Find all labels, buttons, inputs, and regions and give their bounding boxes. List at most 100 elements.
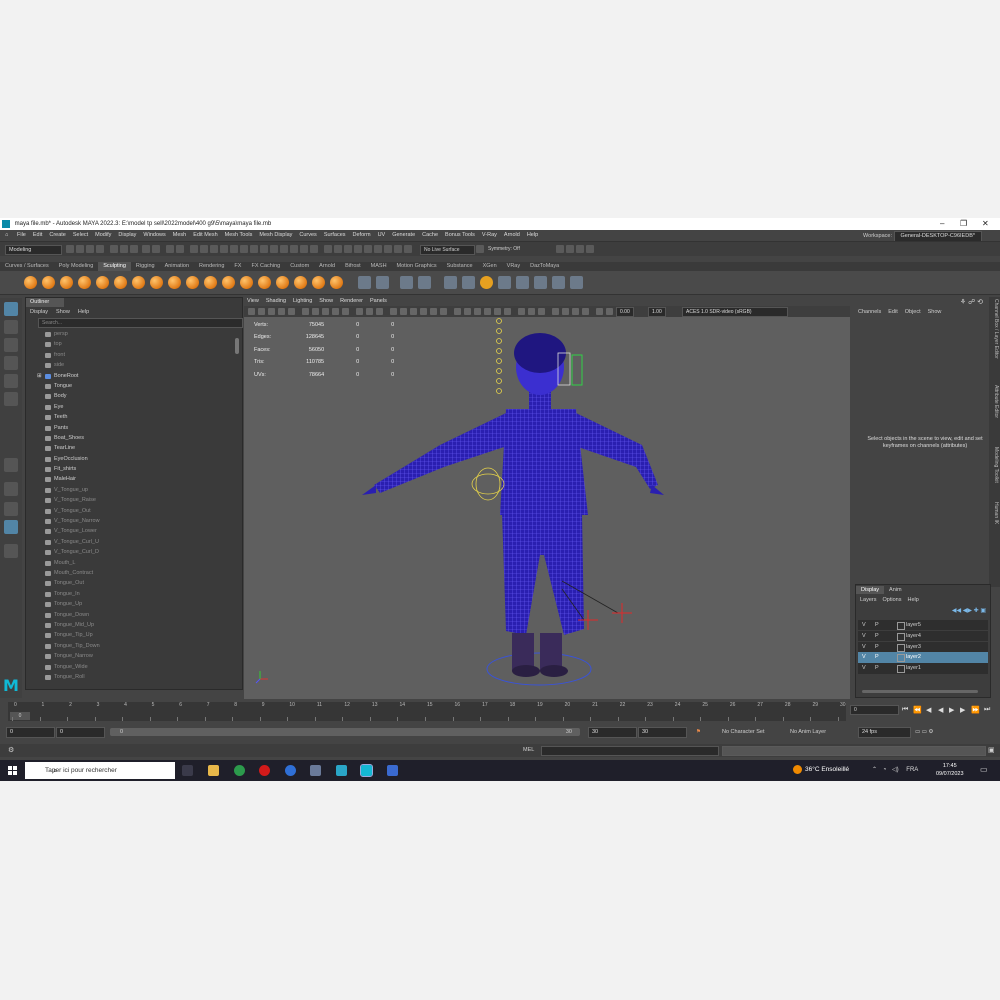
current-frame-field[interactable]: 0 bbox=[850, 705, 899, 715]
layer-playback-toggle[interactable]: P bbox=[875, 631, 879, 641]
maya-active-taskbar-icon[interactable] bbox=[360, 764, 373, 777]
status-tool-icon[interactable] bbox=[404, 245, 412, 253]
side-tab-human-ik[interactable]: Human IK bbox=[993, 502, 999, 524]
status-tool-icon[interactable] bbox=[120, 245, 128, 253]
status-tool-icon[interactable] bbox=[240, 245, 248, 253]
layer-visibility-toggle[interactable]: V bbox=[862, 663, 866, 673]
viewport-tool-icon[interactable] bbox=[518, 308, 525, 315]
status-tool-icon[interactable] bbox=[354, 245, 362, 253]
outliner-item[interactable]: V_Tongue_Lower bbox=[26, 526, 234, 536]
layer-row[interactable]: V Player1 bbox=[858, 663, 988, 674]
layer-scrollbar[interactable] bbox=[862, 690, 978, 693]
viewport-tool-icon[interactable] bbox=[464, 308, 471, 315]
sculpt-brush-icon[interactable] bbox=[150, 276, 163, 289]
sculpt-brush-icon[interactable] bbox=[330, 276, 343, 289]
task-view-icon[interactable] bbox=[182, 765, 193, 776]
taskbar-search[interactable]: ⌕ Taper ici pour rechercher bbox=[25, 762, 175, 779]
status-tool-icon[interactable] bbox=[220, 245, 228, 253]
color-space-dropdown[interactable]: ACES 1.0 SDR-video (sRGB) bbox=[682, 307, 788, 317]
viewport-tool-icon[interactable] bbox=[400, 308, 407, 315]
outliner-item[interactable]: Mouth_Contract bbox=[26, 568, 234, 578]
command-language-label[interactable]: MEL bbox=[523, 746, 534, 755]
menu-edit[interactable]: Edit bbox=[33, 232, 42, 238]
status-tool-icon[interactable] bbox=[86, 245, 94, 253]
step-forward-icon[interactable]: ▶ bbox=[960, 706, 965, 714]
menu-windows[interactable]: Windows bbox=[143, 232, 165, 238]
play-forward-icon[interactable]: ▶ bbox=[949, 706, 954, 714]
viewport-tool-icon[interactable] bbox=[528, 308, 535, 315]
channel-box-icons[interactable]: ⚘ ☍ ⟲ bbox=[960, 298, 983, 306]
viewport-tool-icon[interactable] bbox=[332, 308, 339, 315]
status-tool-icon[interactable] bbox=[76, 245, 84, 253]
outliner-item[interactable]: V_Tongue_Raise bbox=[26, 495, 234, 505]
status-tool-icon[interactable] bbox=[566, 245, 574, 253]
sculpt-brush-icon[interactable] bbox=[222, 276, 235, 289]
viewport-tool-icon[interactable] bbox=[356, 308, 363, 315]
shelf-tab-fx[interactable]: FX bbox=[229, 262, 246, 271]
workspace-selector[interactable]: Workspace: General-DESKTOP-C96IEDB* bbox=[863, 231, 982, 242]
layer-menu-options[interactable]: Options bbox=[883, 597, 902, 603]
live-surface-field[interactable]: No Live Surface bbox=[420, 245, 475, 255]
sculpt-brush-icon[interactable] bbox=[60, 276, 73, 289]
animation-start-field[interactable]: 0 bbox=[6, 727, 55, 738]
viewport-menu-show[interactable]: Show bbox=[319, 298, 333, 304]
outliner-search-input[interactable]: Search... bbox=[38, 318, 243, 328]
script-editor-icon[interactable]: ⚙ bbox=[8, 746, 14, 754]
shelf-tool-icon[interactable] bbox=[358, 276, 371, 289]
menu-deform[interactable]: Deform bbox=[353, 232, 371, 238]
outliner-item[interactable]: Tongue_Mid_Up bbox=[26, 620, 234, 630]
shelf-tab-curves-surfaces[interactable]: Curves / Surfaces bbox=[0, 262, 54, 271]
outliner-menu-show[interactable]: Show bbox=[56, 309, 70, 315]
status-tool-icon[interactable] bbox=[250, 245, 258, 253]
outliner-item[interactable]: Eye bbox=[26, 402, 234, 412]
menu-create[interactable]: Create bbox=[49, 232, 66, 238]
status-tool-icon[interactable] bbox=[556, 245, 564, 253]
viewport-tool-icon[interactable] bbox=[552, 308, 559, 315]
play-back-icon[interactable]: ◀ bbox=[938, 706, 943, 714]
time-slider[interactable]: 0 0 1 2 3 4 5 6 7 8 9 10 11 12 13 14 15 16 17 18 19 20 21 22 23… bbox=[8, 702, 846, 721]
current-frame-marker[interactable]: 0 bbox=[10, 712, 30, 720]
sculpt-brush-icon[interactable] bbox=[204, 276, 217, 289]
anim-layer-dropdown[interactable]: No Anim Layer bbox=[790, 728, 826, 736]
opera-icon[interactable] bbox=[259, 765, 270, 776]
animation-end-field[interactable]: 30 bbox=[638, 727, 687, 738]
status-tool-icon[interactable] bbox=[394, 245, 402, 253]
outliner-item[interactable]: MaleHair bbox=[26, 474, 234, 484]
layer-playback-toggle[interactable]: P bbox=[875, 642, 879, 652]
status-tool-icon[interactable] bbox=[576, 245, 584, 253]
viewport-tool-icon[interactable] bbox=[606, 308, 613, 315]
lasso-tool-icon[interactable] bbox=[4, 320, 18, 334]
sculpt-brush-icon[interactable] bbox=[258, 276, 271, 289]
viewport-tool-icon[interactable] bbox=[484, 308, 491, 315]
status-tool-icon[interactable] bbox=[476, 245, 484, 253]
viewport-panel[interactable]: View Shading Lighting Show Renderer Panels 0.… bbox=[244, 297, 850, 699]
viewport-tool-icon[interactable] bbox=[322, 308, 329, 315]
viewport-tool-icon[interactable] bbox=[474, 308, 481, 315]
layer-row[interactable]: V Player3 bbox=[858, 641, 988, 652]
select-tool-icon[interactable] bbox=[4, 302, 18, 316]
status-tool-icon[interactable] bbox=[384, 245, 392, 253]
status-tool-icon[interactable] bbox=[152, 245, 160, 253]
viewport-tool-icon[interactable] bbox=[454, 308, 461, 315]
shelf-tool-icon[interactable] bbox=[376, 276, 389, 289]
menu-bonus-tools[interactable]: Bonus Tools bbox=[445, 232, 475, 238]
side-tab-modeling-toolkit[interactable]: Modeling Toolkit bbox=[993, 447, 999, 483]
viewport-tool-icon[interactable] bbox=[430, 308, 437, 315]
layer-playback-toggle[interactable]: P bbox=[875, 663, 879, 673]
keyboard-language[interactable]: FRA bbox=[906, 767, 918, 773]
outliner-item[interactable]: Body bbox=[26, 391, 234, 401]
range-slider[interactable]: 0 30 bbox=[110, 728, 580, 736]
paint-select-icon[interactable] bbox=[4, 338, 18, 352]
outliner-item[interactable]: V_Tongue_Narrow bbox=[26, 516, 234, 526]
character-model[interactable] bbox=[244, 317, 850, 697]
chrome-icon[interactable] bbox=[234, 765, 245, 776]
layer-color-swatch[interactable] bbox=[897, 654, 905, 663]
shelf-tool-icon[interactable] bbox=[498, 276, 511, 289]
layer-color-swatch[interactable] bbox=[897, 622, 905, 630]
shelf-tab-motion-graphics[interactable]: Motion Graphics bbox=[392, 262, 442, 271]
maximize-button[interactable]: ❐ bbox=[960, 218, 967, 230]
outliner-item[interactable]: Tongue_Narrow bbox=[26, 651, 234, 661]
viewport-tool-icon[interactable] bbox=[366, 308, 373, 315]
menu-arnold[interactable]: Arnold bbox=[504, 232, 520, 238]
sculpt-brush-icon[interactable] bbox=[294, 276, 307, 289]
